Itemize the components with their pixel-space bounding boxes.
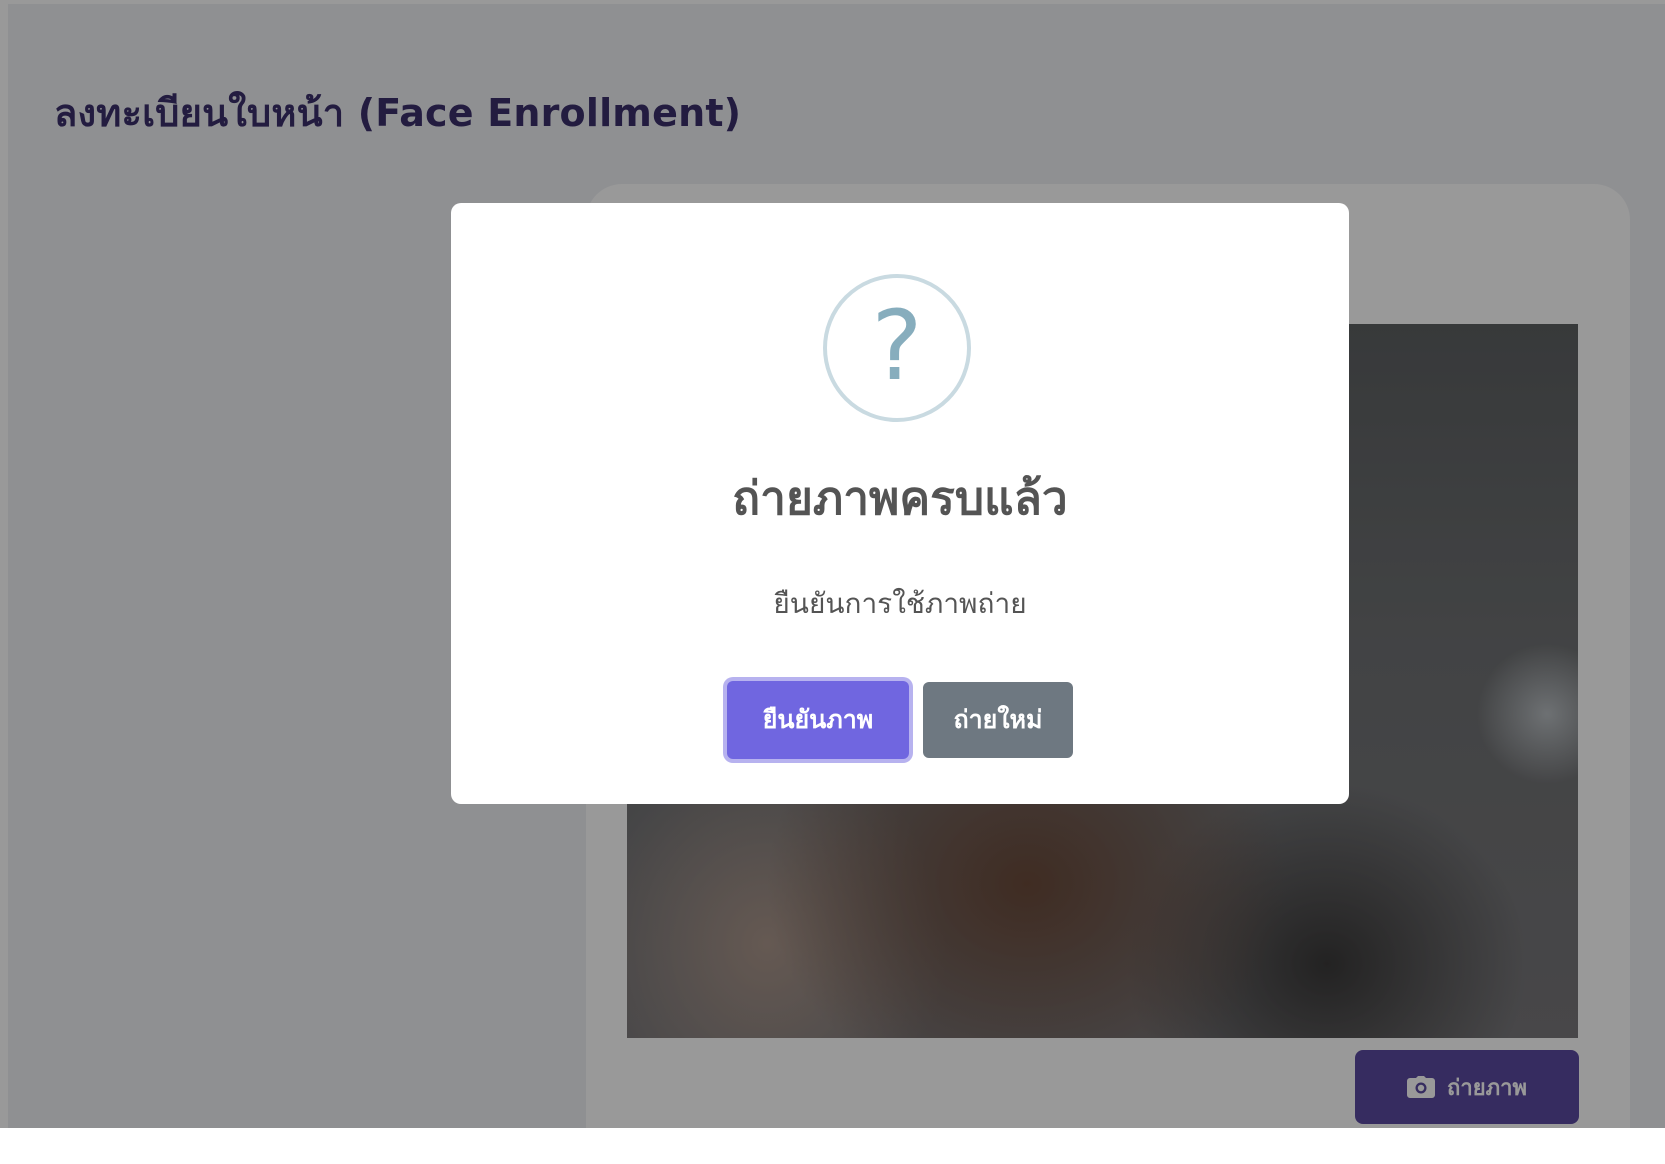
dialog-title: ถ่ายภาพครบแล้ว <box>732 471 1068 525</box>
confirm-dialog: ? ถ่ายภาพครบแล้ว ยืนยันการใช้ภาพถ่าย ยืน… <box>451 203 1349 804</box>
retake-button[interactable]: ถ่ายใหม่ <box>923 682 1073 758</box>
dialog-actions: ยืนยันภาพ ถ่ายใหม่ <box>451 681 1349 759</box>
confirm-button[interactable]: ยืนยันภาพ <box>727 681 909 759</box>
question-icon: ? <box>823 274 971 422</box>
dialog-text: ยืนยันการใช้ภาพถ่าย <box>773 587 1027 620</box>
question-glyph: ? <box>871 290 923 402</box>
